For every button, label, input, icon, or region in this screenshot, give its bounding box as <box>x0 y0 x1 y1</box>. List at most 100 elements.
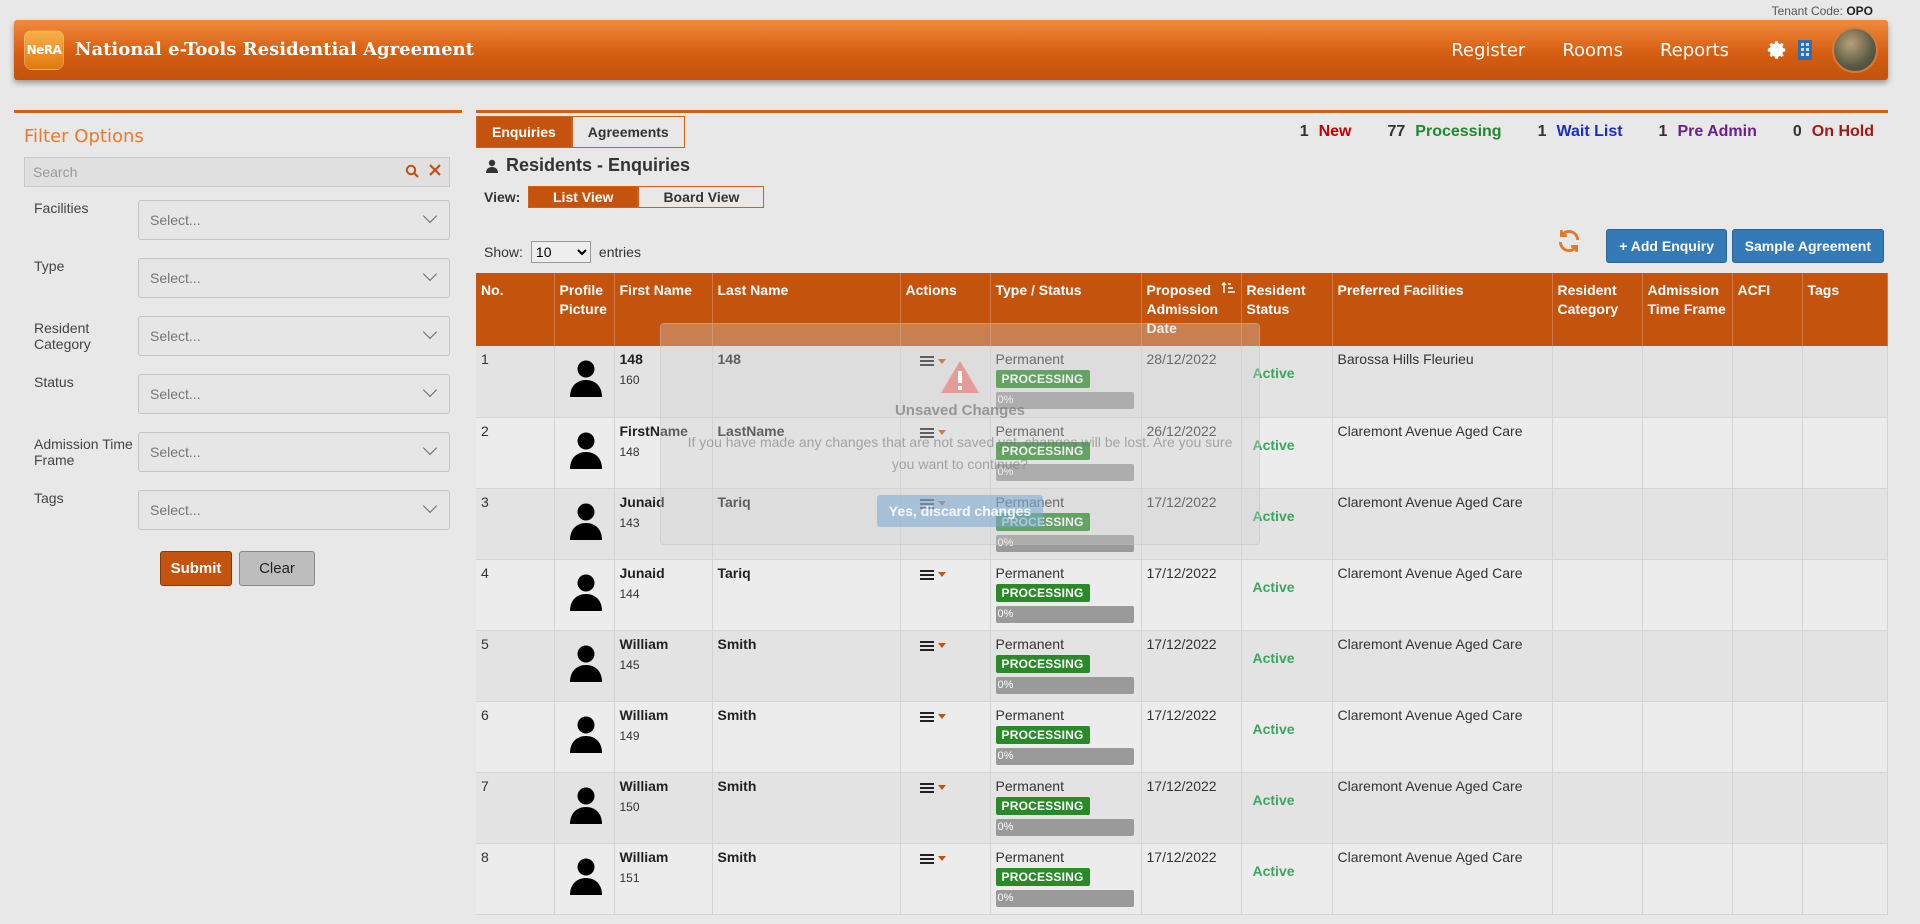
building-icon[interactable] <box>1796 39 1814 61</box>
caret-down-icon[interactable] <box>937 856 946 861</box>
person-avatar-icon[interactable] <box>569 786 603 824</box>
first-name[interactable]: William <box>620 707 707 723</box>
last-name[interactable]: Smith <box>718 849 895 865</box>
menu-icon[interactable] <box>919 711 934 723</box>
refresh-icon[interactable] <box>1556 228 1582 254</box>
actions-menu[interactable] <box>919 711 985 723</box>
last-name[interactable]: Smith <box>718 707 895 723</box>
sample-agreement-button[interactable]: Sample Agreement <box>1731 229 1884 263</box>
first-name-cell[interactable]: William 149 <box>614 701 713 773</box>
submit-button[interactable]: Submit <box>160 551 232 586</box>
tags-select[interactable]: Select... <box>138 490 450 530</box>
last-name[interactable]: Tariq <box>718 565 895 581</box>
person-avatar-icon[interactable] <box>569 359 603 397</box>
table-row[interactable]: 7 William 150 Smith Permanent PROCESSING… <box>476 772 1888 844</box>
actions-menu[interactable] <box>919 853 985 865</box>
acfi-cell <box>1732 701 1803 773</box>
first-name[interactable]: Junaid <box>620 565 707 581</box>
menu-icon[interactable] <box>919 640 934 652</box>
page-size: Show: 10 entries <box>484 241 641 263</box>
first-name-cell[interactable]: William 151 <box>614 843 713 915</box>
user-avatar[interactable] <box>1832 27 1878 73</box>
app-title[interactable]: National e-Tools Residential Agreement <box>75 39 474 60</box>
sort-ascending-icon[interactable] <box>1220 281 1235 295</box>
table-row[interactable]: 8 William 151 Smith Permanent PROCESSING… <box>476 843 1888 915</box>
first-name[interactable]: William <box>620 849 707 865</box>
admission-date: 17/12/2022 <box>1141 559 1242 631</box>
nav-reports[interactable]: Reports <box>1660 40 1729 61</box>
last-name-cell[interactable]: Smith <box>712 630 901 702</box>
col-admission-time-frame[interactable]: Admission Time Frame <box>1642 273 1733 346</box>
app-logo[interactable]: NeRA <box>24 30 64 70</box>
list-view-tab[interactable]: List View <box>528 186 639 208</box>
caret-down-icon[interactable] <box>937 572 946 577</box>
actions-menu[interactable] <box>919 640 985 652</box>
menu-icon[interactable] <box>919 569 934 581</box>
last-name[interactable]: Smith <box>718 778 895 794</box>
tab-agreements[interactable]: Agreements <box>571 116 685 148</box>
search-input[interactable] <box>25 158 385 186</box>
discard-changes-button[interactable]: Yes, discard changes <box>876 495 1044 527</box>
table-row[interactable]: 4 Junaid 144 Tariq Permanent PROCESSING … <box>476 559 1888 631</box>
status-select[interactable]: Select... <box>138 374 450 414</box>
caret-down-icon[interactable] <box>937 785 946 790</box>
nav-rooms[interactable]: Rooms <box>1562 40 1623 61</box>
add-enquiry-button[interactable]: + Add Enquiry <box>1606 229 1727 263</box>
count-wait-list[interactable]: 1 Wait List <box>1538 123 1623 141</box>
caret-down-icon[interactable] <box>937 643 946 648</box>
nav-register[interactable]: Register <box>1451 40 1525 61</box>
menu-icon[interactable] <box>919 853 934 865</box>
first-name-cell[interactable]: William 145 <box>614 630 713 702</box>
count-on-hold[interactable]: 0 On Hold <box>1793 123 1874 141</box>
last-name-cell[interactable]: Smith <box>712 772 901 844</box>
col-preferred-facilities[interactable]: Preferred Facilities <box>1332 273 1553 346</box>
count-new[interactable]: 1 New <box>1300 123 1352 141</box>
caret-down-icon[interactable] <box>937 714 946 719</box>
first-name[interactable]: William <box>620 636 707 652</box>
search-icon[interactable] <box>405 164 419 178</box>
person-avatar-icon[interactable] <box>569 573 603 611</box>
first-name[interactable]: William <box>620 778 707 794</box>
type-status-cell: Permanent PROCESSING 0% <box>990 701 1142 773</box>
gear-icon[interactable] <box>1766 39 1788 61</box>
menu-icon[interactable] <box>919 782 934 794</box>
admission-time-frame-select[interactable]: Select... <box>138 432 450 472</box>
col-profile-picture[interactable]: Profile Picture <box>554 273 615 346</box>
col-no[interactable]: No. <box>476 273 555 346</box>
view-label: View: <box>484 189 521 205</box>
page-title-text: Residents - Enquiries <box>506 155 691 175</box>
last-name-cell[interactable]: Smith <box>712 701 901 773</box>
person-avatar-icon[interactable] <box>569 857 603 895</box>
tab-enquiries[interactable]: Enquiries <box>476 116 572 148</box>
table-row[interactable]: 5 William 145 Smith Permanent PROCESSING… <box>476 630 1888 702</box>
facilities-select[interactable]: Select... <box>138 200 450 240</box>
last-name-cell[interactable]: Tariq <box>712 559 901 631</box>
count-processing[interactable]: 77 Processing <box>1388 123 1502 141</box>
last-name[interactable]: Smith <box>718 636 895 652</box>
actions-menu[interactable] <box>919 569 985 581</box>
admission-time-frame-cell <box>1642 701 1733 773</box>
filter-label: Facilities <box>34 200 89 216</box>
col-tags[interactable]: Tags <box>1802 273 1888 346</box>
board-view-tab[interactable]: Board View <box>638 186 765 208</box>
close-icon[interactable] <box>429 164 441 176</box>
row-number: 2 <box>476 417 555 489</box>
first-name-cell[interactable]: William 150 <box>614 772 713 844</box>
person-avatar-icon[interactable] <box>569 644 603 682</box>
count-pre-admin[interactable]: 1 Pre Admin <box>1659 123 1757 141</box>
last-name-cell[interactable]: Smith <box>712 843 901 915</box>
table-row[interactable]: 6 William 149 Smith Permanent PROCESSING… <box>476 701 1888 773</box>
preferred-facility: Claremont Avenue Aged Care <box>1332 843 1553 915</box>
enquiry-type: Permanent <box>995 635 1064 652</box>
type-select[interactable]: Select... <box>138 258 450 298</box>
first-name-cell[interactable]: Junaid 144 <box>614 559 713 631</box>
entries-select[interactable]: 10 <box>530 241 591 263</box>
col-resident-category[interactable]: Resident Category <box>1552 273 1643 346</box>
person-avatar-icon[interactable] <box>569 715 603 753</box>
resident-category-select[interactable]: Select... <box>138 316 450 356</box>
person-avatar-icon[interactable] <box>569 502 603 540</box>
person-avatar-icon[interactable] <box>569 431 603 469</box>
clear-button[interactable]: Clear <box>239 551 315 586</box>
col-acfi[interactable]: ACFI <box>1732 273 1803 346</box>
actions-menu[interactable] <box>919 782 985 794</box>
